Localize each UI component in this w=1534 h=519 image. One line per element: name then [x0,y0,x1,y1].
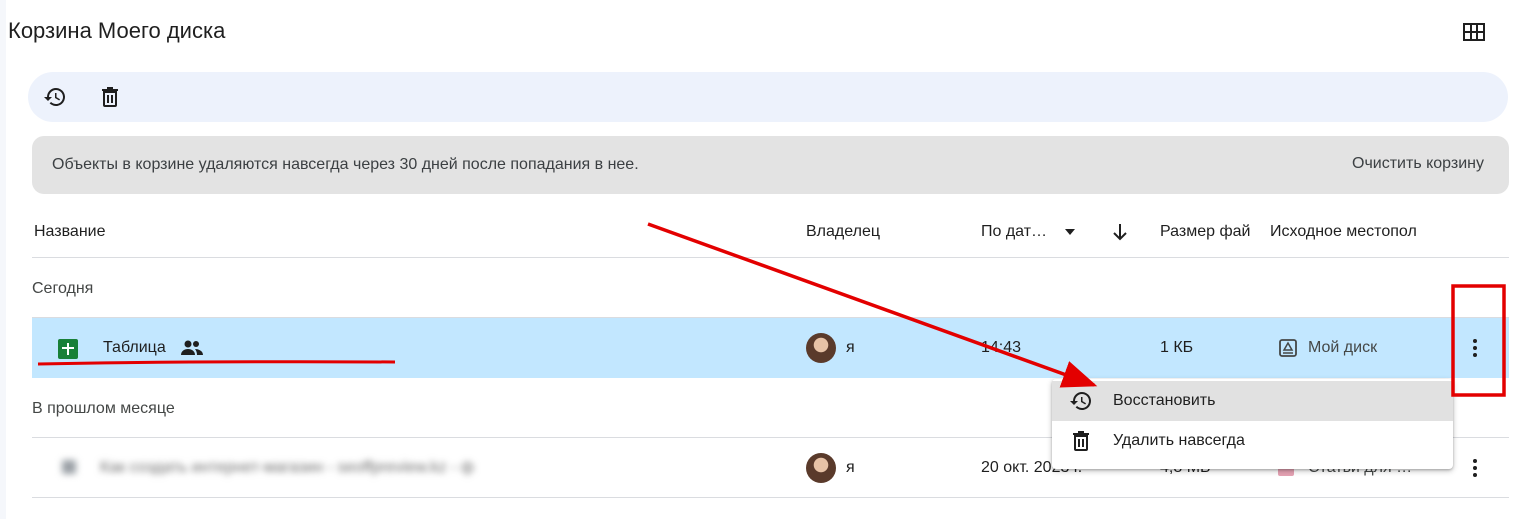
file-type-icon [62,460,76,474]
column-name[interactable]: Название [34,223,106,241]
column-date[interactable]: По дат… [981,223,1047,241]
google-sheets-icon [58,339,78,359]
selection-toolbar [28,72,1508,122]
table-row[interactable]: Таблица я 14:43 1 КБ Мой диск [32,318,1509,378]
more-actions-icon[interactable] [1463,336,1487,360]
trash-icon [1073,431,1089,451]
page-title: Корзина Моего диска [8,18,226,43]
trash-icon[interactable] [98,85,122,109]
file-name[interactable]: Таблица [103,339,166,357]
owner-name: я [846,339,855,356]
restore-history-icon [1070,392,1091,410]
modified-date: 14:43 [981,339,1022,356]
sort-dropdown-icon[interactable] [1063,227,1077,237]
empty-trash-button[interactable]: Очистить корзину [1352,155,1484,173]
sort-direction-arrow-icon[interactable] [1111,222,1129,242]
file-name[interactable]: Как создать интернет-магазин - seoffprev… [100,459,560,477]
context-menu: Восстановить Удалить навсегда [1052,379,1453,469]
my-drive-icon [1279,339,1297,357]
more-actions-icon[interactable] [1463,456,1487,480]
group-label-last-month: В прошлом месяце [32,400,175,417]
avatar [806,453,836,483]
delete-forever-menu-item[interactable]: Удалить навсегда [1052,421,1453,461]
restore-menu-item[interactable]: Восстановить [1052,381,1453,421]
trash-info-banner: Объекты в корзине удаляются навсегда чер… [32,136,1509,194]
column-location[interactable]: Исходное местопол [1270,223,1417,241]
people-icon [181,340,203,355]
header-divider [32,257,1509,258]
file-size: 1 КБ [1160,339,1194,356]
divider [32,497,1509,498]
grid-view-icon[interactable] [1462,22,1486,42]
left-panel-edge [0,0,6,519]
avatar [806,333,836,363]
restore-label: Восстановить [1113,392,1216,409]
restore-icon[interactable] [43,85,67,109]
column-size[interactable]: Размер фай [1160,223,1264,241]
banner-text: Объекты в корзине удаляются навсегда чер… [52,156,639,173]
original-location[interactable]: Мой диск [1308,339,1377,357]
column-owner[interactable]: Владелец [806,223,880,241]
delete-forever-label: Удалить навсегда [1113,432,1245,449]
group-label-today: Сегодня [32,280,94,297]
owner-name: я [846,459,855,476]
